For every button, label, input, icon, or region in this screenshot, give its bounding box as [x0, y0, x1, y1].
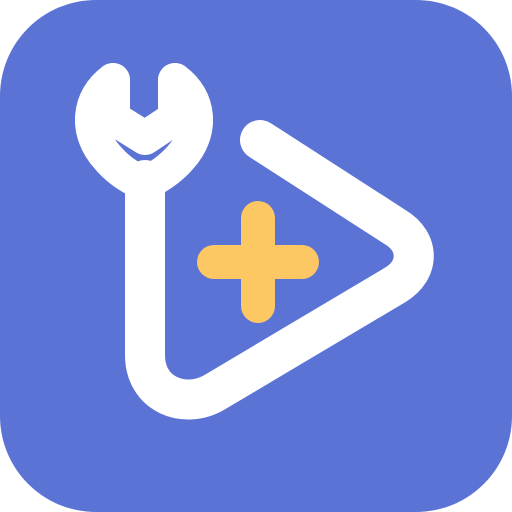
video-repair-app-icon — [0, 0, 512, 512]
app-icon — [0, 0, 512, 512]
